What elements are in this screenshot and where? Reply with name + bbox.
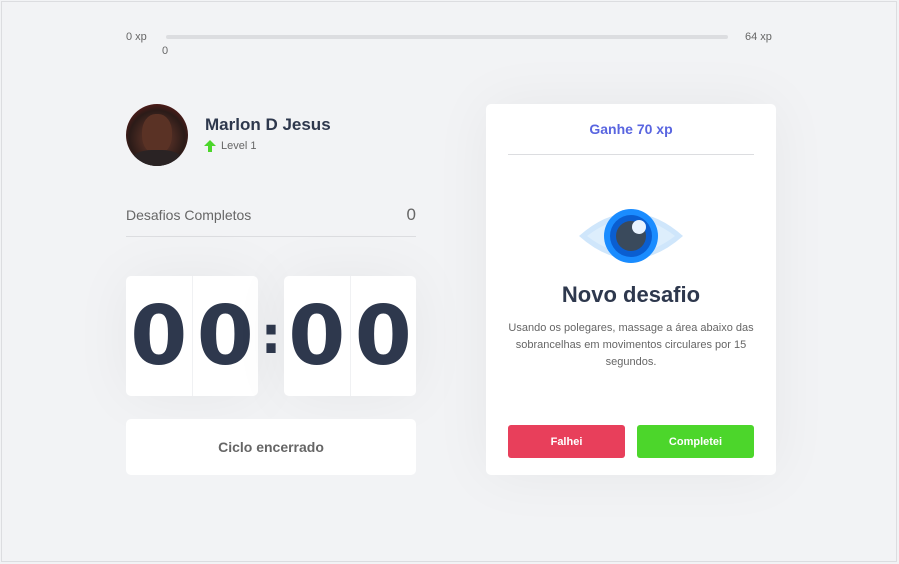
avatar [126, 104, 188, 166]
countdown-minute-tens: 0 [130, 288, 188, 384]
xp-max-label: 64 xp [745, 31, 772, 43]
countdown-minute-ones: 0 [191, 276, 259, 396]
challenge-reward: Ganhe 70 xp [508, 104, 754, 155]
challenge-description: Usando os polegares, massage a área abai… [508, 322, 754, 368]
challenge-title: Novo desafio [561, 282, 701, 307]
countdown-second-tens: 0 [288, 288, 346, 384]
profile-name: Marlon D Jesus [205, 115, 331, 134]
avatar-shirt [132, 150, 182, 166]
xp-min-label: 0 xp [126, 31, 147, 43]
completed-challenges-count: 0 [406, 205, 416, 224]
failed-button[interactable]: Falhei [508, 425, 625, 458]
countdown-minutes: 0 0 [126, 276, 258, 396]
countdown-seconds: 0 0 [284, 276, 416, 396]
cycle-ended-button[interactable]: Ciclo encerrado [126, 419, 416, 475]
eye-icon [579, 209, 683, 263]
completed-challenges-label: Desafios Completos [126, 207, 252, 223]
challenge-card: Ganhe 70 xp Novo desafio Usando os poleg… [486, 104, 776, 475]
completed-button[interactable]: Completei [637, 425, 754, 458]
completed-challenges: Desafios Completos 0 [126, 203, 416, 237]
xp-progress-bar [166, 35, 728, 39]
countdown-separator: : [260, 306, 282, 366]
countdown: 0 0 : 0 0 [126, 276, 416, 396]
countdown-second-ones: 0 [349, 276, 417, 396]
level-label: Level 1 [221, 140, 257, 152]
xp-current-label: 0 [162, 45, 169, 57]
profile-level: Level 1 [204, 140, 256, 152]
avatar-face [142, 114, 172, 154]
level-up-arrow-icon [204, 140, 216, 152]
